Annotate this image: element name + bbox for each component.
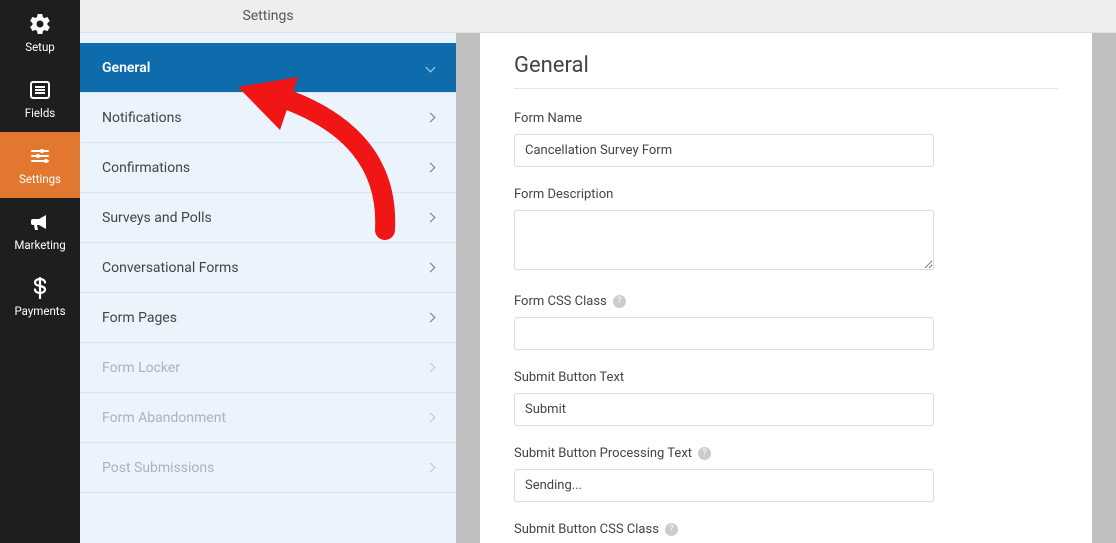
rail-item-payments[interactable]: Payments (0, 264, 80, 330)
subnav-item-surveys-polls[interactable]: Surveys and Polls (80, 193, 456, 243)
content-topbar (456, 0, 1116, 33)
label-submit-button-text: Submit Button Text (514, 370, 1058, 385)
dollar-icon (28, 276, 52, 300)
label-submit-button-processing: Submit Button Processing Text? (514, 446, 1058, 461)
settings-subnav: General Notifications Confirmations Surv… (80, 33, 456, 543)
input-submit-button-text[interactable] (514, 393, 934, 426)
subnav-item-form-locker[interactable]: Form Locker (80, 343, 456, 393)
bullhorn-icon (28, 210, 52, 234)
subnav-label: Notifications (102, 110, 182, 126)
rail-item-marketing[interactable]: Marketing (0, 198, 80, 264)
chevron-right-icon (426, 113, 436, 123)
field-form-description: Form Description (514, 187, 1058, 274)
label-form-name: Form Name (514, 111, 1058, 126)
rail-item-settings[interactable]: Settings (0, 132, 80, 198)
input-form-name[interactable] (514, 134, 934, 167)
field-submit-button-css-class: Submit Button CSS Class? (514, 522, 1058, 543)
gear-icon (28, 12, 52, 36)
label-form-description: Form Description (514, 187, 1058, 202)
chevron-down-icon (426, 63, 436, 73)
field-submit-button-text: Submit Button Text (514, 370, 1058, 426)
subnav-label: Form Abandonment (102, 410, 226, 426)
help-icon[interactable]: ? (665, 523, 678, 536)
chevron-right-icon (426, 363, 436, 373)
subnav-item-confirmations[interactable]: Confirmations (80, 143, 456, 193)
list-icon (28, 78, 52, 102)
panel-heading: General (514, 53, 1058, 78)
settings-panel: General Form Name Form Description Form … (480, 33, 1092, 543)
help-icon[interactable]: ? (613, 295, 626, 308)
input-submit-button-processing[interactable] (514, 469, 934, 502)
subnav-label: Form Pages (102, 310, 177, 326)
rail-label-payments: Payments (14, 304, 65, 318)
field-submit-button-processing: Submit Button Processing Text? (514, 446, 1058, 502)
subnav-item-conversational-forms[interactable]: Conversational Forms (80, 243, 456, 293)
panel-divider (514, 88, 1058, 89)
rail-label-setup: Setup (25, 40, 55, 54)
subnav-label: Form Locker (102, 360, 180, 376)
subnav-label: Post Submissions (102, 460, 214, 476)
input-form-css-class[interactable] (514, 317, 934, 350)
input-form-description[interactable] (514, 210, 934, 270)
chevron-right-icon (426, 263, 436, 273)
label-form-css-class: Form CSS Class? (514, 294, 1058, 309)
rail-item-fields[interactable]: Fields (0, 66, 80, 132)
subnav-item-form-abandonment[interactable]: Form Abandonment (80, 393, 456, 443)
field-form-css-class: Form CSS Class? (514, 294, 1058, 350)
chevron-right-icon (426, 313, 436, 323)
subnav-label: Confirmations (102, 160, 190, 176)
subnav-label: General (102, 60, 150, 76)
subnav-item-post-submissions[interactable]: Post Submissions (80, 443, 456, 493)
subnav-item-notifications[interactable]: Notifications (80, 93, 456, 143)
sliders-icon (28, 144, 52, 168)
chevron-right-icon (426, 413, 436, 423)
subnav-item-form-pages[interactable]: Form Pages (80, 293, 456, 343)
rail-label-marketing: Marketing (14, 238, 65, 252)
rail-item-setup[interactable]: Setup (0, 0, 80, 66)
chevron-right-icon (426, 163, 436, 173)
subnav-item-general[interactable]: General (80, 43, 456, 93)
chevron-right-icon (426, 463, 436, 473)
rail-label-fields: Fields (25, 106, 55, 120)
field-form-name: Form Name (514, 111, 1058, 167)
help-icon[interactable]: ? (698, 447, 711, 460)
label-submit-button-css-class: Submit Button CSS Class? (514, 522, 1058, 537)
page-title-bar: Settings (80, 0, 456, 33)
chevron-right-icon (426, 213, 436, 223)
rail-label-settings: Settings (19, 172, 61, 186)
subnav-label: Surveys and Polls (102, 210, 212, 226)
icon-rail: Setup Fields Settings Marketing Payments (0, 0, 80, 543)
page-title: Settings (242, 8, 293, 24)
subnav-label: Conversational Forms (102, 260, 239, 276)
